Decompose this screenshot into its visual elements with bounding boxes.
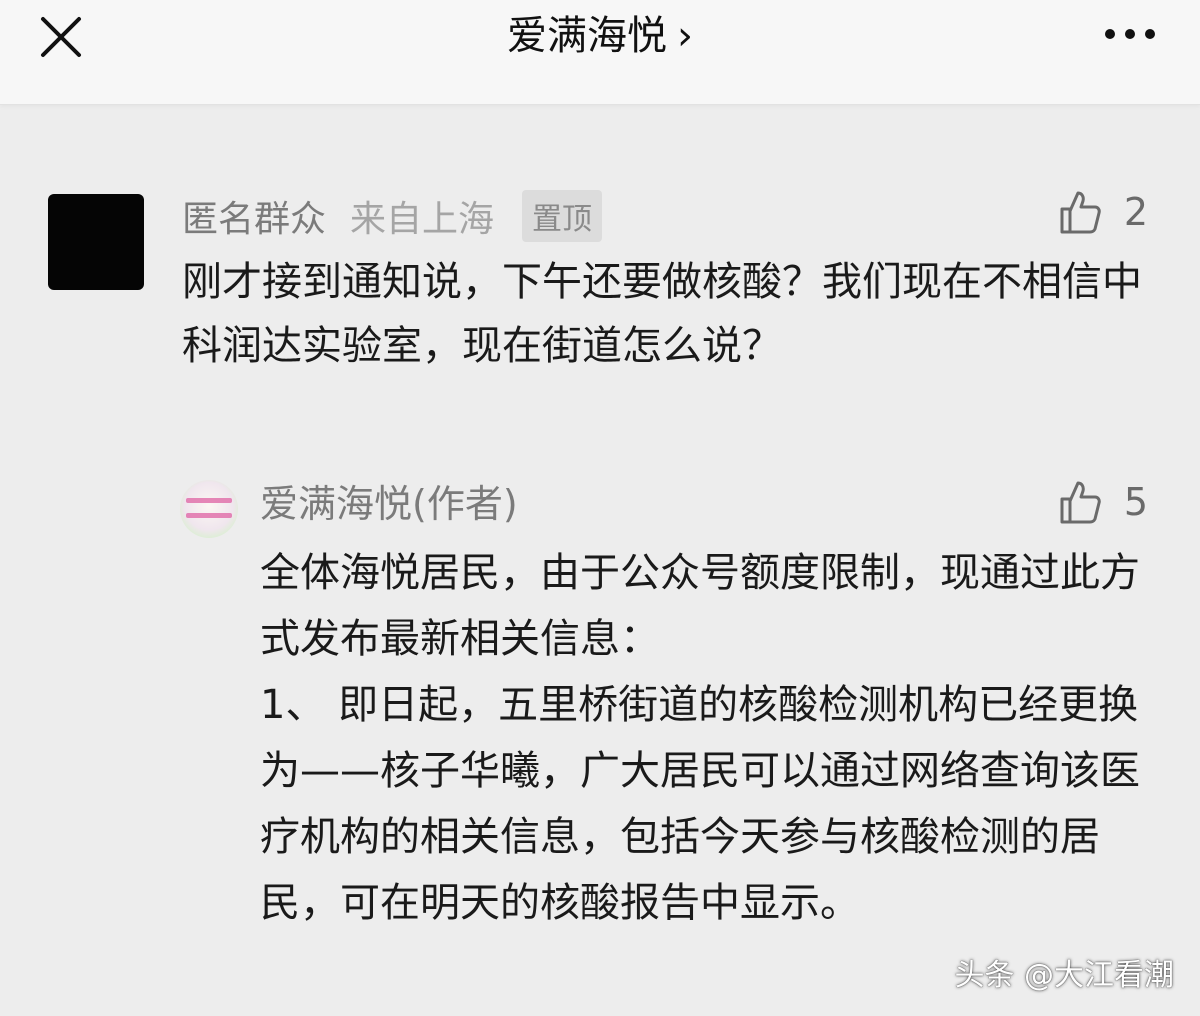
chevron-right-icon: › xyxy=(677,13,693,59)
pinned-badge: 置顶 xyxy=(522,190,603,242)
reply-like-button[interactable]: 5 xyxy=(1058,476,1148,528)
comment-like-button[interactable]: 2 xyxy=(1058,186,1148,238)
thumbs-up-icon xyxy=(1060,481,1101,524)
author-avatar[interactable] xyxy=(180,480,238,538)
comment-like-count: 2 xyxy=(1123,190,1148,234)
reply-author-name[interactable]: 爱满海悦(作者) xyxy=(260,478,518,530)
thumbs-up-icon xyxy=(1060,191,1101,234)
account-title-link[interactable]: 爱满海悦 › xyxy=(0,8,1200,64)
comment-meta: 匿名群众 来自上海 置顶 xyxy=(182,190,603,242)
anonymous-avatar[interactable] xyxy=(48,194,144,290)
comment-body: 刚才接到通知说，下午还要做核酸？我们现在不相信中科润达实验室，现在街道怎么说？ xyxy=(182,259,1142,369)
comment-location: 来自上海 xyxy=(350,199,495,240)
page-title: 爱满海悦 xyxy=(507,13,667,59)
reply-paragraph: 全体海悦居民，由于公众号额度限制，现通过此方式发布最新相关信息： xyxy=(260,550,1140,662)
reply-body: 全体海悦居民，由于公众号额度限制，现通过此方式发布最新相关信息： 1、 即日起，… xyxy=(260,540,1160,936)
reply-paragraph: 1、 即日起，五里桥街道的核酸检测机构已经更换为——核子华曦，广大居民可以通过网… xyxy=(260,682,1140,926)
reply-like-count: 5 xyxy=(1123,480,1148,524)
nav-header: 爱满海悦 › xyxy=(0,0,1200,105)
comment-author-name[interactable]: 匿名群众 xyxy=(182,190,326,242)
more-icon[interactable] xyxy=(1100,24,1160,44)
watermark: 头条 @大江看潮 xyxy=(954,958,1174,993)
